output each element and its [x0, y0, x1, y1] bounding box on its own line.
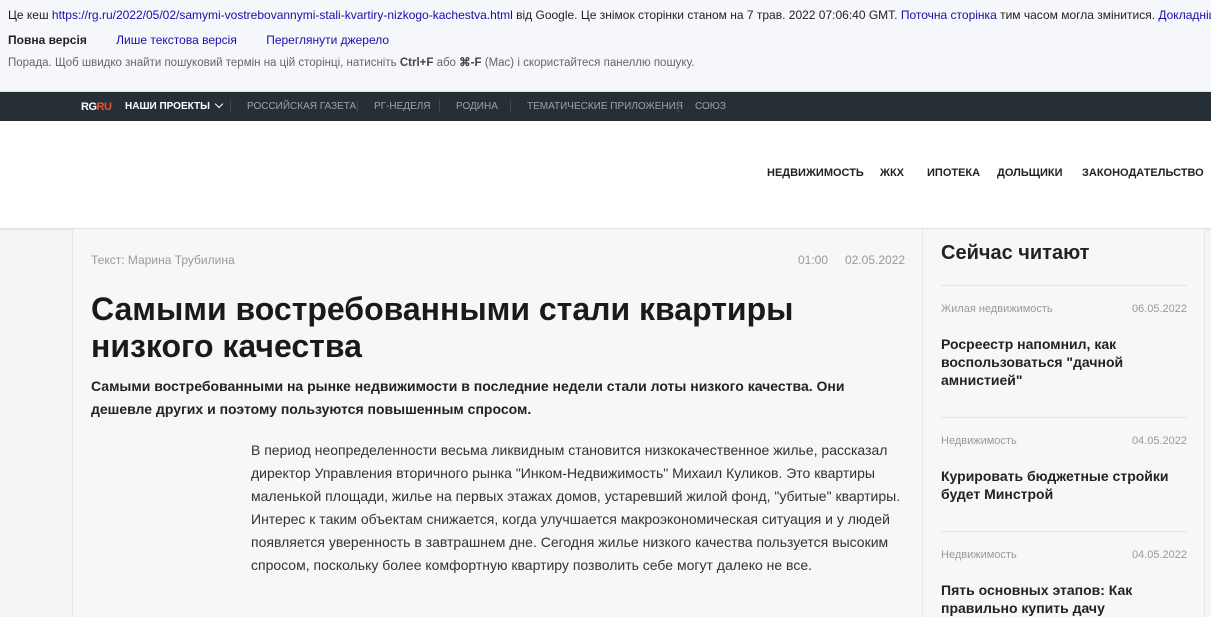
nav-divider [357, 100, 358, 113]
section-header: НЕДВИЖИМОСТЬ ЖКХ ИПОТЕКА ДОЛЬЩИКИ ЗАКОНО… [0, 121, 1211, 228]
news-date: 06.05.2022 [1131, 303, 1187, 315]
cache-version-links: Повна версія Лише текстова версія Перегл… [8, 33, 415, 47]
article: Текст: Марина Трубилина 01:00 02.05.2022… [72, 229, 923, 617]
view-source-link[interactable]: Переглянути джерело [266, 33, 389, 47]
nav-item-rg-nedelya[interactable]: РГ-НЕДЕЛЯ [374, 101, 431, 112]
nav-item-rodina[interactable]: РОДИНА [456, 101, 498, 112]
news-date: 04.05.2022 [1131, 435, 1187, 447]
nav-divider [678, 100, 679, 113]
section-legislation[interactable]: ЗАКОНОДАТЕЛЬСТВО [1082, 167, 1204, 179]
current-page-link[interactable]: Поточна сторінка [901, 8, 997, 22]
trending-news-item[interactable]: Недвижимость 04.05.2022 Курировать бюдже… [941, 417, 1187, 531]
trending-news-item[interactable]: Жилая недвижимость 06.05.2022 Росреестр … [941, 285, 1187, 417]
news-title-link[interactable]: Курировать бюджетные стройки будет Минст… [941, 467, 1171, 503]
nav-item-soyuz[interactable]: СОЮЗ [695, 101, 726, 112]
news-rubric[interactable]: Недвижимость [941, 549, 1017, 561]
cache-tip: Порада. Щоб швидко знайти пошуковий терм… [8, 57, 695, 69]
article-author: Текст: Марина Трубилина [91, 253, 235, 267]
section-equity-holders[interactable]: ДОЛЬЩИКИ [997, 167, 1062, 179]
news-rubric[interactable]: Недвижимость [941, 435, 1017, 447]
section-real-estate[interactable]: НЕДВИЖИМОСТЬ [767, 167, 864, 179]
article-time: 01:00 [798, 253, 829, 267]
trending-news-item[interactable]: Недвижимость 04.05.2022 Пять основных эт… [941, 531, 1187, 617]
trending-sidebar: Сейчас читают Жилая недвижимость 06.05.2… [923, 229, 1205, 617]
cache-notice: Це кеш https://rg.ru/2022/05/02/samymi-v… [8, 8, 1211, 22]
nav-divider [510, 100, 511, 113]
cache-prefix: Це кеш [8, 8, 49, 22]
news-title-link[interactable]: Пять основных этапов: Как правильно купи… [941, 581, 1171, 617]
cache-middle-text: від Google. Це знімок сторінки станом на… [516, 8, 898, 22]
google-cache-bar: Це кеш https://rg.ru/2022/05/02/samymi-v… [0, 0, 1211, 92]
projects-nav-bar: RGRU НАШИ ПРОЕКТЫ РОССИЙСКАЯ ГАЗЕТА РГ-Н… [0, 92, 1211, 121]
text-only-link[interactable]: Лише текстова версія [116, 33, 237, 47]
cache-after-current: тим часом могла змінитися. [1000, 8, 1156, 22]
nav-divider [230, 100, 231, 113]
article-lead: Самыми востребованными на рынке недвижим… [91, 378, 845, 417]
nav-divider [439, 100, 440, 113]
news-rubric[interactable]: Жилая недвижимость [941, 303, 1053, 315]
learn-more-link[interactable]: Докладніше. [1158, 8, 1211, 22]
nav-item-rossiyskaya-gazeta[interactable]: РОССИЙСКАЯ ГАЗЕТА [247, 101, 356, 112]
our-projects-dropdown[interactable]: НАШИ ПРОЕКТЫ [125, 99, 224, 112]
article-date: 02.05.2022 [845, 253, 906, 267]
news-title-link[interactable]: Росреестр напомнил, как воспользоваться … [941, 335, 1171, 389]
section-mortgage[interactable]: ИПОТЕКА [927, 167, 980, 179]
full-version-label: Повна версія [8, 33, 87, 47]
nav-item-thematic-supplements[interactable]: ТЕМАТИЧЕСКИЕ ПРИЛОЖЕНИЯ [527, 101, 683, 112]
article-title: Самыми востребованными стали квартиры ни… [91, 291, 794, 364]
author-link[interactable]: Марина Трубилина [128, 253, 235, 267]
cached-url-link[interactable]: https://rg.ru/2022/05/02/samymi-vostrebo… [52, 8, 513, 22]
article-body-paragraph: В период неопределенности весьма ликвидн… [251, 442, 901, 573]
chevron-down-icon [214, 99, 224, 109]
trending-title: Сейчас читают [941, 242, 1090, 264]
section-housing-utilities[interactable]: ЖКХ [880, 167, 904, 179]
rg-logo[interactable]: RGRU [81, 101, 112, 113]
news-date: 04.05.2022 [1131, 549, 1187, 561]
